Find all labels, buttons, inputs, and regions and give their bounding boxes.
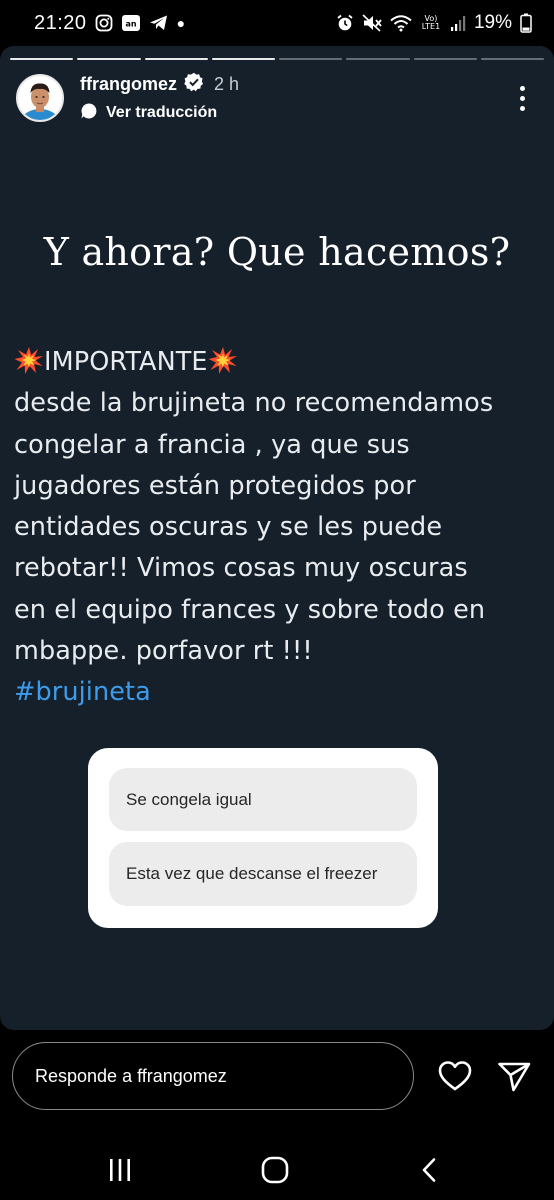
progress-segment (413, 58, 477, 60)
verified-badge-icon (184, 72, 204, 97)
progress-segment (144, 58, 208, 60)
post-time: 2 h (214, 73, 240, 94)
story-header: ffrangomez 2 h Ver traducción (16, 68, 538, 128)
progress-segment (480, 58, 544, 60)
like-heart-icon[interactable] (437, 1058, 473, 1094)
send-icon[interactable] (496, 1058, 532, 1094)
more-options-icon[interactable] (510, 78, 534, 118)
telegram-icon (149, 14, 169, 32)
network-label: Vo) LTE1 (421, 14, 441, 31)
progress-segment (77, 58, 141, 60)
collision-icon (14, 347, 44, 377)
poll-option-1[interactable]: Se congela igual (109, 768, 417, 831)
collision-icon (208, 347, 238, 377)
progress-segment (10, 58, 74, 60)
battery-percent: 19% (473, 12, 512, 33)
clock: 21:20 (34, 11, 87, 34)
status-bar: 21:20 an ● Vo) LTE1 19% (0, 0, 554, 46)
user-row: ffrangomez 2 h (80, 72, 239, 97)
user-info: ffrangomez 2 h Ver traducción (80, 72, 239, 125)
translate-icon (80, 102, 98, 125)
battery-icon (520, 13, 532, 33)
system-nav-bar (0, 1140, 554, 1200)
story-viewer[interactable]: ffrangomez 2 h Ver traducción Y ahora? Q… (0, 46, 554, 1030)
wifi-icon (390, 14, 412, 32)
status-bar-left: 21:20 an ● (34, 12, 185, 35)
instagram-icon (95, 14, 113, 32)
home-icon[interactable] (255, 1150, 295, 1190)
alarm-icon (336, 14, 354, 32)
reply-input[interactable]: Responde a ffrangomez (12, 1042, 414, 1110)
story-text-line: congelar a francia , ya que sus (14, 429, 410, 460)
story-text-line: en el equipo frances y sobre todo en (14, 594, 486, 625)
story-headline: Y ahora? Que hacemos? (43, 230, 511, 274)
username[interactable]: ffrangomez (80, 74, 177, 95)
avatar[interactable] (16, 74, 64, 122)
recents-icon[interactable] (100, 1150, 140, 1190)
poll-sticker: Se congela igual Esta vez que descanse e… (88, 748, 438, 928)
story-text-line: desde la brujineta no recomendamos (14, 388, 494, 419)
story-text-line: entidades oscuras y se les puede (14, 512, 443, 543)
status-bar-right: Vo) LTE1 19% (336, 12, 532, 34)
svg-text:an: an (125, 20, 136, 29)
back-icon[interactable] (410, 1150, 450, 1190)
story-text-line: jugadores están protegidos por (14, 470, 416, 501)
translate-link[interactable]: Ver traducción (80, 102, 239, 125)
story-text-line: mbappe. porfavor rt !!! (14, 636, 313, 667)
media-icon: an (121, 14, 141, 32)
progress-segment (211, 58, 275, 60)
story-text-line: rebotar!! Vimos cosas muy oscuras (14, 553, 468, 584)
story-text: IMPORTANTE desde la brujineta no recomen… (14, 342, 544, 714)
poll-option-2[interactable]: Esta vez que descanse el freezer (109, 842, 417, 906)
important-title-line: IMPORTANTE (14, 342, 544, 383)
translate-label: Ver traducción (106, 104, 218, 121)
progress-segment (346, 58, 410, 60)
story-progress-bar (10, 58, 544, 60)
important-title: IMPORTANTE (44, 347, 208, 377)
signal-icon (450, 14, 466, 32)
notification-dot-icon: ● (176, 15, 186, 31)
progress-segment (279, 58, 343, 60)
mute-icon (362, 14, 382, 32)
hashtag-link[interactable]: #brujineta (14, 672, 544, 713)
